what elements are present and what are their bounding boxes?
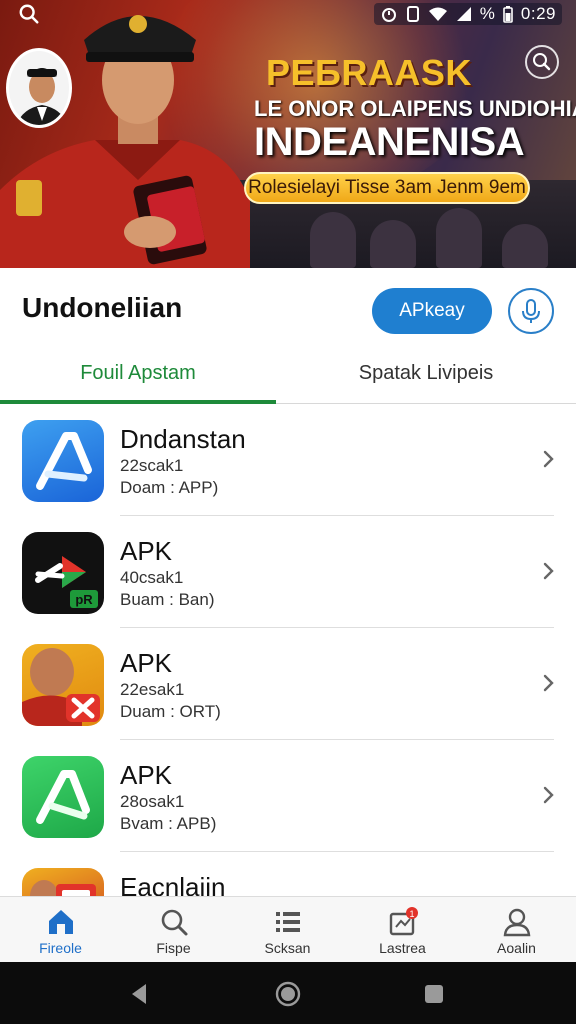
list-item[interactable]: Dndanstan 22scak1 Doam : APP) xyxy=(0,404,576,516)
banner-avatar xyxy=(6,48,72,128)
tab-full-apps[interactable]: Fouil Apstam xyxy=(0,354,276,404)
status-time: 0:29 xyxy=(520,4,556,23)
item-size: 22scak1 xyxy=(120,456,184,475)
item-meta: Doam : APP) xyxy=(120,478,219,497)
list-item[interactable]: pR APK 40csak1 Buam : Ban) xyxy=(0,516,576,628)
officer-illustration xyxy=(0,15,250,268)
banner-crowd-figure xyxy=(310,212,356,268)
home-icon xyxy=(49,910,73,934)
app-screen: % 0:29 PEБRAASK LE ONOR OLAIPENS UNDIOHI… xyxy=(0,0,576,1024)
nav-label: Fispe xyxy=(156,940,191,956)
status-bar: % 0:29 xyxy=(0,0,576,28)
item-name: Dndanstan xyxy=(120,424,246,454)
wifi-icon xyxy=(428,7,447,21)
promo-banner[interactable]: % 0:29 PEБRAASK LE ONOR OLAIPENS UNDIOHI… xyxy=(0,0,576,268)
app-icon-green-a xyxy=(22,756,104,838)
app-icon-dark-play: pR xyxy=(22,532,104,614)
battery-percent: % xyxy=(479,4,495,23)
svg-text:pR: pR xyxy=(75,592,93,607)
list-icon xyxy=(276,912,300,932)
item-size: 22esak1 xyxy=(120,680,185,699)
banner-crowd-figure xyxy=(436,208,482,268)
battery-icon xyxy=(503,6,513,23)
item-name: APK xyxy=(120,648,173,678)
nav-item-profile[interactable]: Aoalin xyxy=(459,897,574,963)
recents-icon[interactable] xyxy=(420,980,448,1008)
alarm-icon xyxy=(381,8,396,22)
app-list: Dndanstan 22scak1 Doam : APP) pR APK 40c… xyxy=(0,404,576,896)
item-meta: Buam : Ban) xyxy=(120,590,215,609)
status-indicators: % 0:29 xyxy=(373,3,562,25)
list-item[interactable]: APK 28osak1 Bvam : APB) xyxy=(0,740,576,852)
tab-bar: Fouil Apstam Spatak Livipeis xyxy=(0,354,576,404)
item-meta: Duam : ORT) xyxy=(120,702,221,721)
banner-subtitle: LE ONOR OLAIPENS UNDIOHIAN xyxy=(254,96,576,121)
nav-label: Scksan xyxy=(264,940,311,956)
back-icon[interactable] xyxy=(126,980,154,1008)
tab-special-lists[interactable]: Spatak Livipeis xyxy=(276,354,576,404)
chevron-right-icon xyxy=(543,786,554,804)
apk-key-button[interactable]: APkeay xyxy=(372,288,492,334)
nav-item-notifications[interactable]: 1 Lastrea xyxy=(345,897,460,963)
nav-item-home[interactable]: Fireole xyxy=(3,897,118,963)
page-title: Undoneliian xyxy=(22,292,183,323)
bottom-navigation: Fireole Fispe Scksan 1 Lastrea Aoalin xyxy=(0,896,576,962)
item-name: APK xyxy=(120,536,173,566)
banner-title: PEБRAASK xyxy=(266,52,472,93)
app-icon-partial xyxy=(22,868,104,896)
chevron-right-icon xyxy=(543,674,554,692)
item-size: 40csak1 xyxy=(120,568,184,587)
nav-item-search[interactable]: Fispe xyxy=(116,897,231,963)
system-navigation-bar xyxy=(0,962,576,1024)
section-header: Undoneliian APkeay xyxy=(0,268,576,354)
app-icon-person-x xyxy=(22,644,104,726)
banner-search-icon[interactable] xyxy=(524,44,560,80)
profile-icon xyxy=(503,908,531,937)
nav-label: Fireole xyxy=(39,940,82,956)
banner-crowd-figure xyxy=(370,220,416,268)
microphone-icon xyxy=(522,299,540,323)
banner-heading: INDEANENISA xyxy=(254,120,525,164)
search-icon xyxy=(161,909,188,936)
notification-icon: 1 xyxy=(389,907,418,936)
microphone-button[interactable] xyxy=(508,288,554,334)
chevron-right-icon xyxy=(543,450,554,468)
signal-icon xyxy=(456,7,471,21)
vibrate-icon xyxy=(406,6,419,22)
nav-label: Aoalin xyxy=(497,940,536,956)
list-item[interactable]: APK 22esak1 Duam : ORT) xyxy=(0,628,576,740)
notification-badge: 1 xyxy=(409,909,414,919)
app-icon-blue-a xyxy=(22,420,104,502)
list-item[interactable]: Eacnlaiin xyxy=(0,852,576,896)
chevron-right-icon xyxy=(543,562,554,580)
banner-pill[interactable]: Rolesielayi Tisse 3am Jenm 9em xyxy=(244,172,530,204)
item-meta: Bvam : APB) xyxy=(120,814,217,833)
item-name: Eacnlaiin xyxy=(120,872,226,896)
nav-item-list[interactable]: Scksan xyxy=(230,897,345,963)
search-icon[interactable] xyxy=(18,3,40,25)
item-size: 28osak1 xyxy=(120,792,185,811)
banner-crowd-figure xyxy=(502,224,548,268)
nav-label: Lastrea xyxy=(379,940,426,956)
home-button-icon[interactable] xyxy=(274,980,302,1008)
item-name: APK xyxy=(120,760,173,790)
